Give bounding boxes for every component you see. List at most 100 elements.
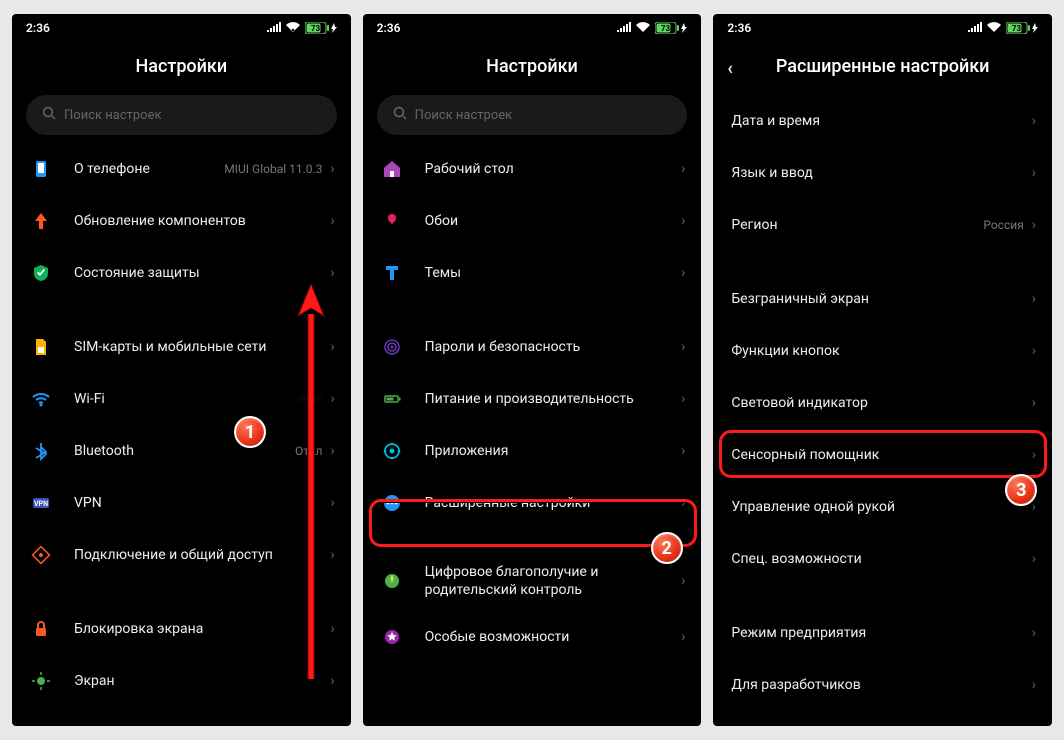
item-region[interactable]: Регион Россия ›	[713, 199, 1052, 251]
item-label: Блокировка экрана	[74, 620, 330, 638]
vpn-icon: VPN	[30, 492, 52, 514]
item-label: Питание и производительность	[425, 390, 681, 408]
item-label: Темы	[425, 264, 681, 282]
status-indicators: 73	[267, 21, 337, 35]
phone-screen-3: 2:36 73 ‹ Расширенные настройки Дата и в…	[713, 14, 1052, 726]
chevron-right-icon: ›	[681, 573, 685, 589]
item-display[interactable]: Экран ›	[12, 655, 351, 707]
item-digital-wellbeing[interactable]: Цифровое благополучие и родительский кон…	[363, 551, 702, 611]
chevron-right-icon: ›	[330, 443, 334, 459]
chevron-right-icon: ›	[330, 265, 334, 281]
item-bluetooth[interactable]: Bluetooth Откл ›	[12, 425, 351, 477]
chevron-right-icon: ›	[681, 265, 685, 281]
item-themes[interactable]: Темы ›	[363, 247, 702, 299]
item-led[interactable]: Световой индикатор ›	[713, 377, 1052, 429]
item-label: Управление одной рукой	[731, 498, 1031, 516]
item-one-handed[interactable]: Управление одной рукой ›	[713, 481, 1052, 533]
item-button-functions[interactable]: Функции кнопок ›	[713, 325, 1052, 377]
chevron-right-icon: ›	[681, 391, 685, 407]
status-indicators: 73	[617, 21, 687, 35]
item-fullscreen-display[interactable]: Безграничный экран ›	[713, 273, 1052, 325]
item-accessibility[interactable]: Спец. возможности ›	[713, 533, 1052, 585]
search-input[interactable]: Поиск настроек	[26, 95, 337, 135]
themes-icon	[381, 262, 403, 284]
status-time: 2:36	[26, 21, 50, 35]
signal-icon	[267, 21, 281, 35]
annotation-badge-2: 2	[651, 532, 683, 564]
status-time: 2:36	[727, 21, 751, 35]
item-label: Функции кнопок	[731, 342, 1031, 360]
item-lang-input[interactable]: Язык и ввод ›	[713, 147, 1052, 199]
status-bar: 2:36 73	[12, 14, 351, 42]
chevron-right-icon: ›	[1032, 499, 1036, 515]
chevron-right-icon: ›	[330, 391, 334, 407]
chevron-right-icon: ›	[681, 339, 685, 355]
item-label: Рабочий стол	[425, 160, 681, 178]
settings-list: Дата и время › Язык и ввод › Регион Росс…	[713, 95, 1052, 721]
item-passwords-security[interactable]: Пароли и безопасность ›	[363, 321, 702, 373]
item-wallpaper[interactable]: Обои ›	[363, 195, 702, 247]
chevron-right-icon: ›	[681, 161, 685, 177]
shield-icon	[30, 262, 52, 284]
item-enterprise[interactable]: Режим предприятия ›	[713, 607, 1052, 659]
chevron-right-icon: ›	[330, 547, 334, 563]
special-icon	[381, 626, 403, 648]
update-icon	[30, 210, 52, 232]
item-security-status[interactable]: Состояние защиты ›	[12, 247, 351, 299]
item-advanced-settings[interactable]: Расширенные настройки ›	[363, 477, 702, 529]
item-label: Дата и время	[731, 112, 1031, 130]
item-developer[interactable]: Для разработчиков ›	[713, 659, 1052, 711]
item-about-phone[interactable]: О телефоне MIUI Global 11.0.3 ›	[12, 143, 351, 195]
chevron-right-icon: ›	[330, 495, 334, 511]
more-icon	[381, 492, 403, 514]
chevron-right-icon: ›	[681, 443, 685, 459]
chevron-right-icon: ›	[1032, 551, 1036, 567]
item-label: Режим предприятия	[731, 624, 1031, 642]
battery-indicator: 73	[655, 22, 687, 34]
phone-screen-1: 2:36 73 Настройки Поиск настроек О телеф…	[12, 14, 351, 726]
item-vpn[interactable]: VPN VPN ›	[12, 477, 351, 529]
chevron-right-icon: ›	[330, 213, 334, 229]
search-input[interactable]: Поиск настроек	[377, 95, 688, 135]
status-bar: 2:36 73	[363, 14, 702, 42]
battery-indicator: 73	[1006, 22, 1038, 34]
wifi-icon	[286, 21, 300, 35]
item-special-features[interactable]: Особые возможности ›	[363, 611, 702, 663]
page-title: Настройки	[12, 42, 351, 95]
settings-list: О телефоне MIUI Global 11.0.3 › Обновлен…	[12, 143, 351, 717]
item-sim-networks[interactable]: SIM-карты и мобильные сети ›	[12, 321, 351, 373]
chevron-right-icon: ›	[681, 213, 685, 229]
item-battery-perf[interactable]: Питание и производительность ›	[363, 373, 702, 425]
sim-icon	[30, 336, 52, 358]
signal-icon	[617, 21, 631, 35]
item-label: Безграничный экран	[731, 290, 1031, 308]
phone-icon	[30, 158, 52, 180]
search-icon	[42, 106, 56, 124]
chevron-right-icon: ›	[1032, 113, 1036, 129]
signal-icon	[968, 21, 982, 35]
item-label: SIM-карты и мобильные сети	[74, 338, 330, 356]
item-desktop[interactable]: Рабочий стол ›	[363, 143, 702, 195]
page-title: Настройки	[363, 42, 702, 95]
item-quick-ball[interactable]: Сенсорный помощник ›	[713, 429, 1052, 481]
wifi-icon	[636, 21, 650, 35]
home-icon	[381, 158, 403, 180]
item-date-time[interactable]: Дата и время ›	[713, 95, 1052, 147]
search-placeholder: Поиск настроек	[415, 108, 513, 123]
wellbeing-icon	[381, 570, 403, 592]
lock-icon	[30, 618, 52, 640]
item-value: Россия	[983, 218, 1023, 232]
item-label: Приложения	[425, 442, 681, 460]
item-connection-share[interactable]: Подключение и общий доступ ›	[12, 529, 351, 581]
item-lock-screen[interactable]: Блокировка экрана ›	[12, 603, 351, 655]
chevron-right-icon: ›	[330, 621, 334, 637]
item-label: Особые возможности	[425, 628, 681, 646]
item-wifi[interactable]: Wi-Fi •••••• ›	[12, 373, 351, 425]
display-icon	[30, 670, 52, 692]
svg-text:73: 73	[661, 24, 671, 33]
chevron-right-icon: ›	[681, 629, 685, 645]
item-apps[interactable]: Приложения ›	[363, 425, 702, 477]
back-button[interactable]: ‹	[727, 58, 733, 79]
item-label: Подключение и общий доступ	[74, 546, 330, 564]
item-components-update[interactable]: Обновление компонентов ›	[12, 195, 351, 247]
